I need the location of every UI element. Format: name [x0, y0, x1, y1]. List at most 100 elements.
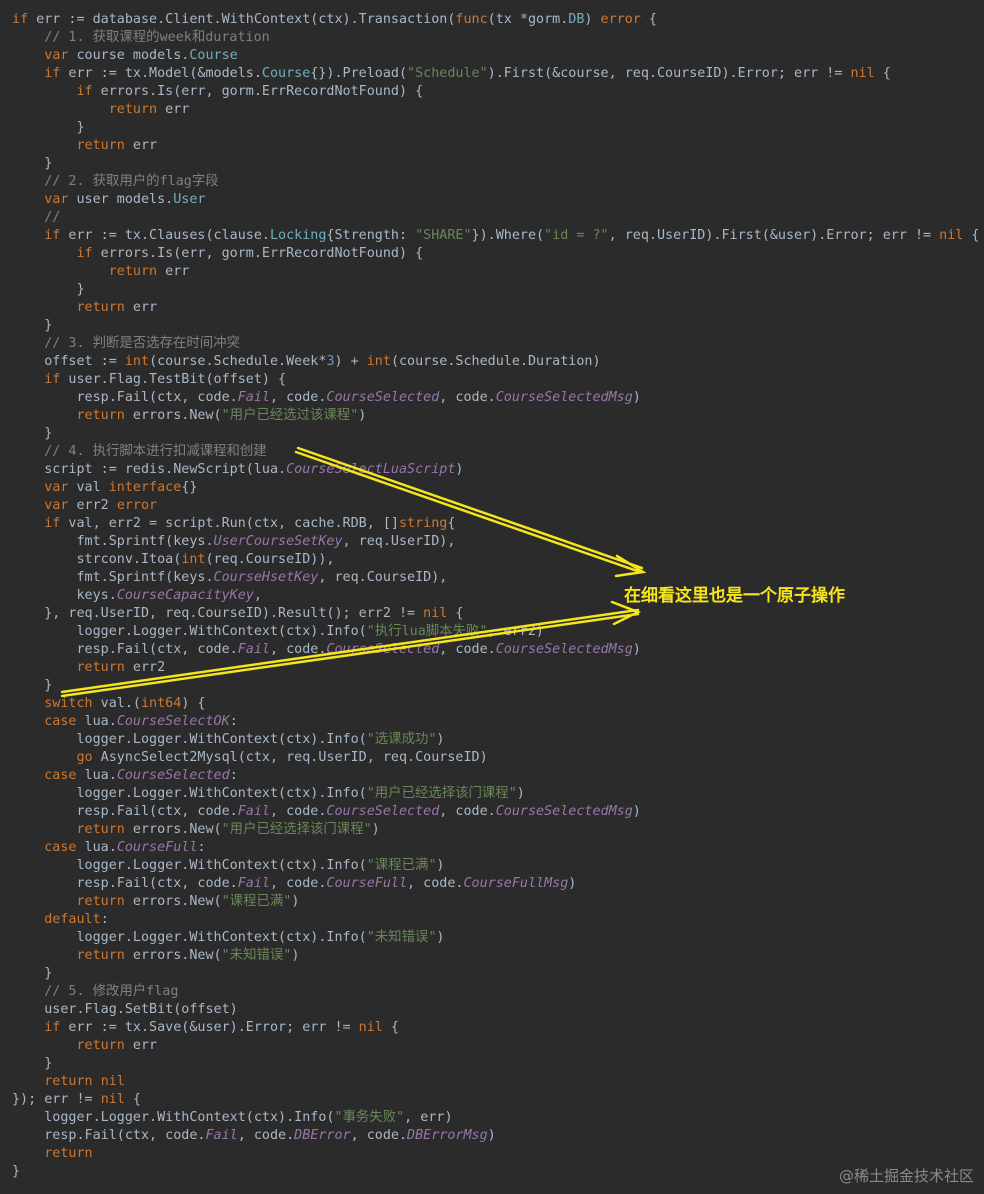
code-token: Fail: [237, 804, 270, 819]
code-token: }: [12, 156, 53, 171]
code-token: CourseCapacityKey: [116, 588, 254, 603]
code-token: user.Flag.TestBit(offset) {: [60, 372, 287, 387]
code-line: return errors.New("课程已满"): [12, 893, 984, 911]
code-line: }: [12, 281, 984, 299]
code-token: {}: [181, 480, 198, 495]
code-token: "用户已经选过该课程": [221, 408, 359, 423]
code-token: CourseSelected: [326, 642, 440, 657]
code-token: var: [44, 48, 69, 63]
code-line: }: [12, 677, 984, 695]
code-token: offset :=: [12, 354, 125, 369]
code-token: nil: [358, 1020, 383, 1035]
code-token: int: [124, 354, 150, 369]
code-token: resp.Fail(ctx, code.: [12, 804, 238, 819]
code-token: err: [124, 138, 158, 153]
code-token: logger.Logger.WithContext(ctx).Info(: [12, 1110, 335, 1125]
code-token: case: [44, 714, 77, 729]
code-token: DB: [568, 12, 585, 27]
code-token: "未知错误": [366, 930, 437, 945]
code-token: AsyncSelect2Mysql(ctx, req.UserID, req.C…: [92, 750, 488, 765]
code-token: var: [44, 498, 69, 513]
code-token: err2: [68, 498, 117, 513]
code-token: "未知错误": [221, 948, 292, 963]
code-token: nil: [939, 228, 964, 243]
code-token: }: [12, 282, 85, 297]
code-token: default: [44, 912, 101, 927]
code-token: if: [76, 84, 93, 99]
code-token: UserCourseSetKey: [213, 534, 343, 549]
code-line: }: [12, 1055, 984, 1073]
code-token: , code.: [439, 390, 496, 405]
code-editor[interactable]: if err := database.Client.WithContext(ct…: [0, 0, 984, 1194]
watermark: @稀土掘金技术社区: [838, 1167, 974, 1185]
code-token: CourseFullMsg: [463, 876, 569, 891]
code-line: default:: [12, 911, 984, 929]
code-line: var val interface{}: [12, 479, 984, 497]
code-token: err: [157, 264, 190, 279]
code-token: , req.CourseID),: [318, 570, 448, 585]
code-token: return: [108, 264, 158, 279]
code-token: (tx *gorm.: [487, 12, 569, 27]
code-line: }: [12, 965, 984, 983]
code-line: logger.Logger.WithContext(ctx).Info("选课成…: [12, 731, 984, 749]
code-token: go: [76, 750, 93, 765]
code-token: int: [181, 552, 206, 567]
code-token: errors.New(: [124, 822, 222, 837]
code-token: return: [76, 408, 125, 423]
code-token: return: [76, 1038, 125, 1053]
code-token: lua.: [76, 840, 117, 855]
code-token: return: [76, 894, 125, 909]
code-token: if: [76, 246, 93, 261]
code-token: DBError: [294, 1128, 351, 1143]
code-token: nil: [423, 606, 448, 621]
code-token: script := redis.NewScript(lua.: [12, 462, 287, 477]
code-line: go AsyncSelect2Mysql(ctx, req.UserID, re…: [12, 749, 984, 767]
code-token: return: [76, 948, 125, 963]
code-token: lua.: [76, 714, 117, 729]
code-token: {: [874, 66, 891, 81]
code-token: case: [44, 840, 77, 855]
code-token: , code.: [269, 804, 327, 819]
code-token: return: [76, 138, 125, 153]
code-token: // 5. 修改用户flag: [44, 984, 179, 999]
code-line: return nil: [12, 1073, 984, 1091]
code-line: strconv.Itoa(int(req.CourseID)),: [12, 551, 984, 569]
code-line: resp.Fail(ctx, code.Fail, code.CourseFul…: [12, 875, 984, 893]
code-token: Fail: [237, 390, 270, 405]
code-token: Fail: [237, 876, 270, 891]
code-token: err := tx.Save(&user).Error; err !=: [60, 1020, 359, 1035]
code-token: ).First(&course, req.CourseID).Error; er…: [487, 66, 851, 81]
code-token: , req.UserID),: [342, 534, 456, 549]
code-token: CourseHsetKey: [213, 570, 319, 585]
code-token: err := tx.Model(&models.: [60, 66, 262, 81]
code-token: string: [398, 516, 448, 531]
code-token: return: [44, 1074, 93, 1089]
code-token: resp.Fail(ctx, code.: [12, 390, 238, 405]
code-line: // 4. 执行脚本进行扣减课程和创建: [12, 443, 984, 461]
code-line: // 1. 获取课程的week和duration: [12, 29, 984, 47]
code-token: ): [455, 462, 464, 477]
code-line: case lua.CourseFull:: [12, 839, 984, 857]
code-token: fmt.Sprintf(keys.: [12, 570, 214, 585]
code-line: //: [12, 209, 984, 227]
code-line: switch val.(int64) {: [12, 695, 984, 713]
code-token: , code.: [439, 642, 496, 657]
code-token: func: [455, 12, 488, 27]
code-line: script := redis.NewScript(lua.CourseSele…: [12, 461, 984, 479]
code-line: }); err != nil {: [12, 1091, 984, 1109]
code-token: }: [12, 966, 53, 981]
code-line: resp.Fail(ctx, code.Fail, code.DBError, …: [12, 1127, 984, 1145]
code-line: user.Flag.SetBit(offset): [12, 1001, 984, 1019]
code-token: return: [44, 1146, 93, 1161]
